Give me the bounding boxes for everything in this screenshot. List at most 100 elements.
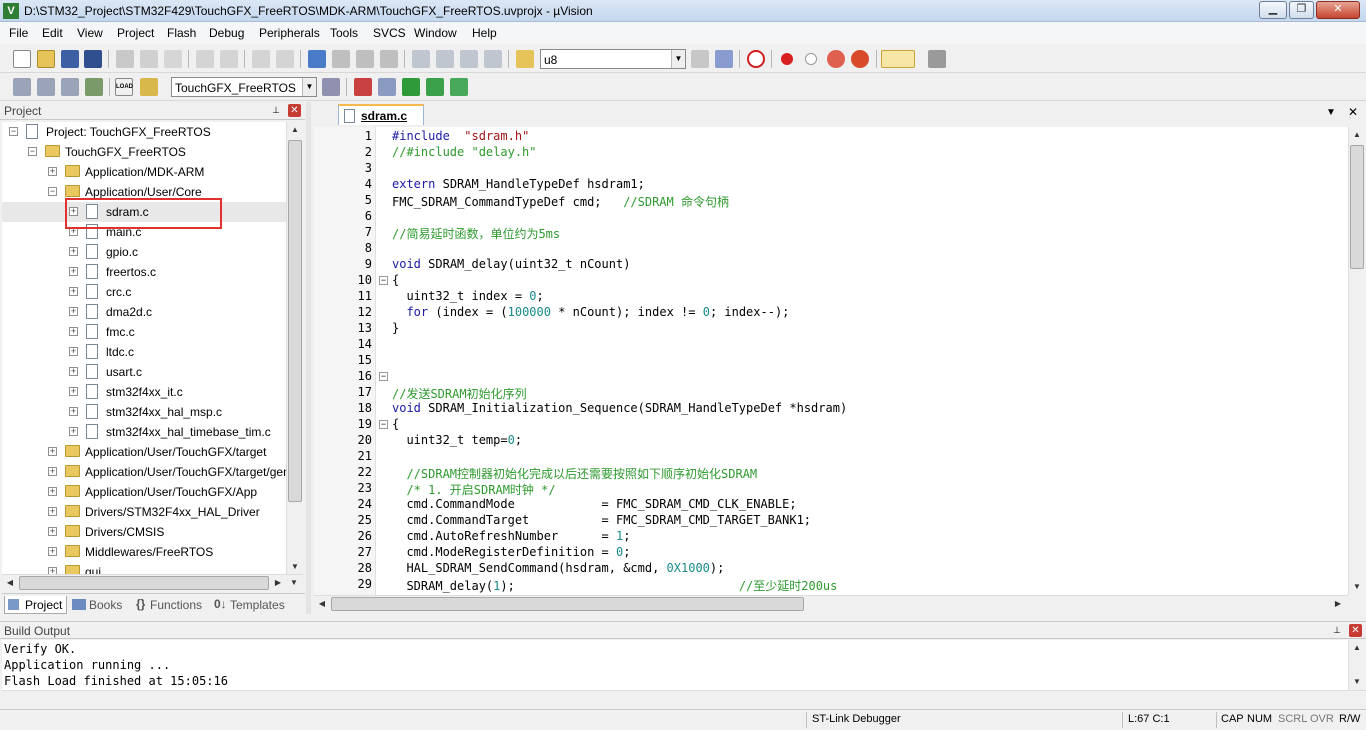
scroll-left-arrow[interactable]: ◀ <box>2 575 18 591</box>
chevron-down-icon[interactable]: ▼ <box>302 78 316 96</box>
tools-wrench-icon[interactable] <box>928 50 946 68</box>
scroll-left-arrow[interactable]: ◀ <box>314 596 330 612</box>
scroll-down-arrow[interactable]: ▼ <box>286 575 302 591</box>
tree-file[interactable]: + gpio.c <box>2 242 286 262</box>
fold-toggle-icon[interactable]: − <box>379 276 388 285</box>
kill-breakpoints-icon[interactable] <box>851 50 869 68</box>
close-editor-icon[interactable]: ✕ <box>1348 105 1358 119</box>
expand-toggle-icon[interactable]: + <box>69 387 78 396</box>
scroll-down-arrow[interactable]: ▼ <box>1349 674 1365 690</box>
scroll-thumb[interactable] <box>331 597 804 611</box>
close-window-button[interactable]: ✕ <box>1316 1 1360 19</box>
menu-debug[interactable]: Debug <box>209 26 244 40</box>
tree-file[interactable]: + stm32f4xx_hal_timebase_tim.c <box>2 422 286 442</box>
tree-group[interactable]: + Application/User/TouchGFX/target/genera… <box>2 462 286 482</box>
expand-toggle-icon[interactable]: + <box>48 167 57 176</box>
tab-books[interactable]: Books <box>70 596 130 614</box>
expand-toggle-icon[interactable]: + <box>48 447 57 456</box>
save-all-icon[interactable] <box>84 50 102 68</box>
undo-icon[interactable] <box>196 50 214 68</box>
download-load-icon[interactable]: LOAD <box>115 78 133 96</box>
clear-bookmarks-icon[interactable] <box>380 50 398 68</box>
pin-icon[interactable]: ⊥ <box>270 104 282 117</box>
window-layout-icon[interactable] <box>881 50 915 68</box>
tree-file[interactable]: + freertos.c <box>2 262 286 282</box>
indent-icon[interactable] <box>412 50 430 68</box>
menu-help[interactable]: Help <box>472 26 497 40</box>
pack-installer-icon[interactable] <box>402 78 420 96</box>
expand-toggle-icon[interactable]: + <box>48 487 57 496</box>
panel-splitter[interactable] <box>306 102 311 614</box>
tree-group[interactable]: + Middlewares/FreeRTOS <box>2 542 286 562</box>
build-output-horizontal-scrollbar[interactable] <box>2 690 1366 707</box>
translate-icon[interactable] <box>13 78 31 96</box>
build-icon[interactable] <box>37 78 55 96</box>
scroll-up-arrow[interactable]: ▲ <box>1349 640 1365 656</box>
expand-toggle-icon[interactable]: + <box>48 567 57 574</box>
tree-file[interactable]: + fmc.c <box>2 322 286 342</box>
navigate-back-icon[interactable] <box>252 50 270 68</box>
expand-toggle-icon[interactable]: − <box>9 127 18 136</box>
breakpoint-icon[interactable] <box>781 53 793 65</box>
tree-target[interactable]: − TouchGFX_FreeRTOS <box>2 142 286 162</box>
expand-toggle-icon[interactable]: + <box>69 267 78 276</box>
menu-edit[interactable]: Edit <box>42 26 63 40</box>
fold-toggle-icon[interactable]: − <box>379 372 388 381</box>
expand-toggle-icon[interactable]: + <box>69 287 78 296</box>
tab-list-dropdown-icon[interactable]: ▼ <box>1326 107 1336 118</box>
tree-group[interactable]: + gui <box>2 562 286 574</box>
comment-icon[interactable] <box>460 50 478 68</box>
expand-toggle-icon[interactable]: + <box>69 367 78 376</box>
tab-project[interactable]: Project <box>4 596 67 614</box>
navigate-forward-icon[interactable] <box>276 50 294 68</box>
expand-toggle-icon[interactable]: + <box>69 407 78 416</box>
manage-run-time-environment-icon[interactable] <box>450 78 468 96</box>
chevron-down-icon[interactable]: ▼ <box>671 50 685 68</box>
tab-templates[interactable]: 0↓ Templates <box>212 596 292 614</box>
prev-bookmark-icon[interactable] <box>332 50 350 68</box>
enable-breakpoint-icon[interactable] <box>805 53 817 65</box>
pin-icon[interactable]: ⊥ <box>1331 624 1343 637</box>
debug-session-icon[interactable] <box>747 50 765 68</box>
menu-svcs[interactable]: SVCS <box>373 26 406 40</box>
scroll-thumb[interactable] <box>19 576 269 590</box>
build-output-log[interactable]: Verify OK. Application running ... Flash… <box>2 640 1348 690</box>
scroll-down-arrow[interactable]: ▼ <box>1349 579 1365 595</box>
tree-project-root[interactable]: − Project: TouchGFX_FreeRTOS <box>2 122 286 142</box>
open-file-icon[interactable] <box>37 50 55 68</box>
restore-button[interactable]: ❐ <box>1289 1 1314 19</box>
expand-toggle-icon[interactable]: − <box>28 147 37 156</box>
scroll-right-arrow[interactable]: ▶ <box>1330 596 1346 612</box>
close-panel-icon[interactable]: ✕ <box>288 104 301 117</box>
menu-flash[interactable]: Flash <box>167 26 196 40</box>
expand-toggle-icon[interactable]: − <box>48 187 57 196</box>
menu-project[interactable]: Project <box>117 26 154 40</box>
tree-group[interactable]: + Application/MDK-ARM <box>2 162 286 182</box>
tree-file[interactable]: + dma2d.c <box>2 302 286 322</box>
target-combobox[interactable]: TouchGFX_FreeRTOS ▼ <box>171 77 317 97</box>
unindent-icon[interactable] <box>436 50 454 68</box>
tree-file[interactable]: + crc.c <box>2 282 286 302</box>
select-software-packs-icon[interactable] <box>426 78 444 96</box>
paste-icon[interactable] <box>164 50 182 68</box>
menu-view[interactable]: View <box>77 26 103 40</box>
scroll-down-arrow[interactable]: ▼ <box>287 559 303 575</box>
tree-group[interactable]: + Application/User/TouchGFX/App <box>2 482 286 502</box>
close-panel-icon[interactable]: ✕ <box>1349 624 1362 637</box>
scroll-up-arrow[interactable]: ▲ <box>1349 127 1365 143</box>
copy-icon[interactable] <box>140 50 158 68</box>
scroll-up-arrow[interactable]: ▲ <box>287 122 303 138</box>
expand-toggle-icon[interactable]: + <box>48 467 57 476</box>
next-bookmark-icon[interactable] <box>356 50 374 68</box>
find-in-files-icon[interactable] <box>516 50 534 68</box>
build-output-vertical-scrollbar[interactable]: ▲ ▼ <box>1348 640 1365 690</box>
tree-file[interactable]: + stm32f4xx_hal_msp.c <box>2 402 286 422</box>
expand-toggle-icon[interactable]: + <box>48 527 57 536</box>
incremental-find-icon[interactable] <box>691 50 709 68</box>
uncomment-icon[interactable] <box>484 50 502 68</box>
expand-toggle-icon[interactable]: + <box>48 547 57 556</box>
menu-peripherals[interactable]: Peripherals <box>259 26 320 40</box>
expand-toggle-icon[interactable]: + <box>48 507 57 516</box>
configure-icon[interactable] <box>715 50 733 68</box>
tree-group[interactable]: + Application/User/TouchGFX/target <box>2 442 286 462</box>
